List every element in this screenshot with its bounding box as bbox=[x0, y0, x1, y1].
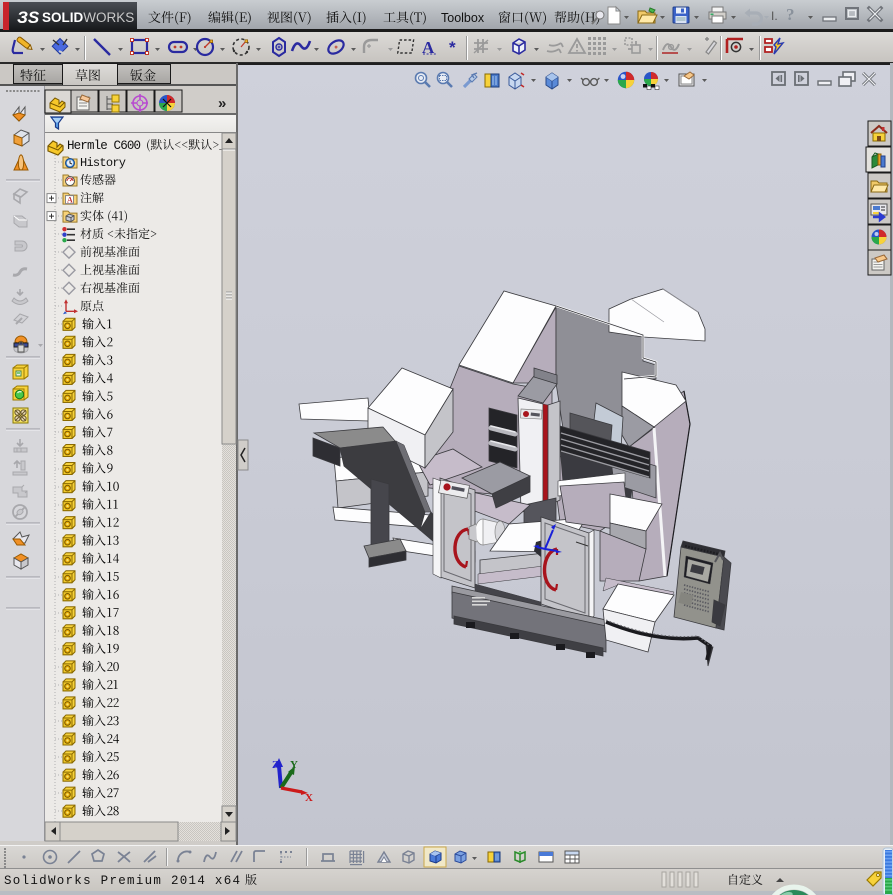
svg-text:Toolbox: Toolbox bbox=[441, 11, 485, 25]
svg-text:Y: Y bbox=[290, 759, 298, 771]
svg-text:ЗS: ЗS bbox=[17, 8, 40, 27]
svg-text:?: ? bbox=[786, 5, 795, 24]
svg-text:History: History bbox=[80, 156, 126, 170]
svg-text:»: » bbox=[218, 95, 226, 112]
svg-text:A: A bbox=[67, 196, 73, 205]
svg-text:SolidWorks Premium 2014 x64: SolidWorks Premium 2014 x64 bbox=[4, 874, 240, 888]
svg-text:I.: I. bbox=[771, 9, 778, 23]
svg-text:Hermle C600: Hermle C600 bbox=[67, 139, 141, 153]
svg-text:SOLIDWORKS: SOLIDWORKS bbox=[42, 10, 134, 25]
svg-text:*: * bbox=[449, 38, 456, 57]
svg-text:Z: Z bbox=[272, 759, 279, 771]
svg-text:X: X bbox=[305, 792, 313, 804]
